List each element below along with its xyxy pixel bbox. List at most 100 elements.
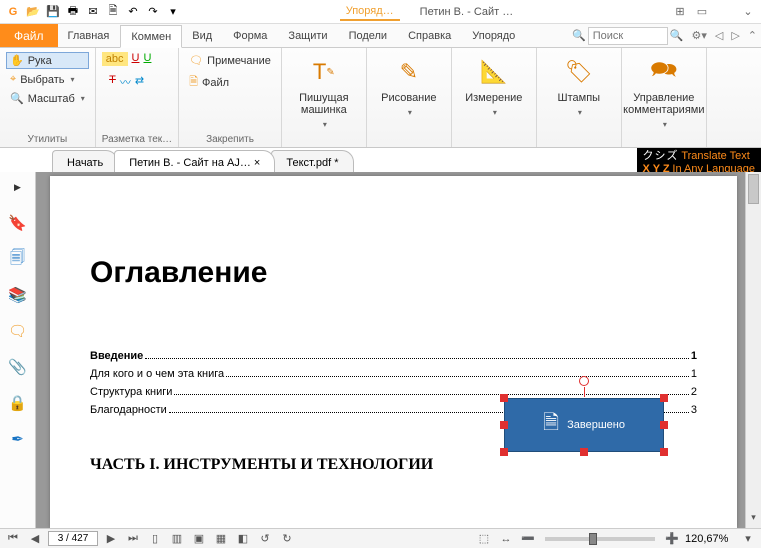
doctab-start[interactable]: Начать (52, 150, 118, 172)
pdf-page: Оглавление Введение1Для кого и о чем эта… (50, 176, 737, 528)
view-facing-icon[interactable]: ▣ (190, 531, 208, 547)
scroll-thumb[interactable] (748, 174, 759, 204)
security-icon[interactable]: 🔒 (7, 392, 29, 414)
sign-icon[interactable]: ✒ (7, 428, 29, 450)
group-markup-label: Разметка тек… (102, 132, 172, 145)
find-icon[interactable]: 🔍 (572, 29, 586, 42)
view-cont-icon[interactable]: ▥ (168, 531, 186, 547)
tab-comment[interactable]: Коммен (120, 25, 182, 48)
tab-protect[interactable]: Защити (278, 24, 338, 47)
view-contfacing-icon[interactable]: ▦ (212, 531, 230, 547)
gear-icon[interactable]: ⚙▾ (687, 29, 710, 42)
open-icon[interactable]: 📂 (24, 3, 42, 21)
select-icon: ⌖ (10, 73, 16, 86)
tab-form[interactable]: Форма (223, 24, 278, 47)
note-button[interactable]: 🗨Примечание (185, 52, 275, 69)
tab-view[interactable]: Вид (182, 24, 223, 47)
color-icon[interactable]: ◧ (234, 531, 252, 547)
doctab-petin[interactable]: Петин В. - Сайт на AJ… × (114, 150, 275, 172)
zoom-tool-button[interactable]: 🔍Масштаб (6, 90, 89, 107)
sidebar: ▶ 🔖 🗐 📚 🗨 📎 🔒 ✒ (0, 172, 36, 528)
drawing-button[interactable]: ✎ Рисование (373, 52, 445, 121)
scroll-down-icon[interactable]: ▾ (746, 512, 761, 528)
rotate-handle[interactable] (579, 376, 589, 386)
email-icon[interactable]: ✉ (84, 3, 102, 21)
resize-handle[interactable] (500, 421, 508, 429)
vertical-scrollbar[interactable]: ▴ ▾ (745, 172, 761, 528)
manage-comments-button[interactable]: 🗪 Управлениекомментариями (628, 52, 700, 133)
print-icon[interactable]: 🖶 (64, 3, 82, 21)
tab-help[interactable]: Справка (398, 24, 462, 47)
prev-page-icon[interactable]: ◀ (26, 531, 44, 547)
page-title: Оглавление (90, 256, 697, 290)
resize-handle[interactable] (660, 394, 668, 402)
stamp-annotation[interactable]: 🗎 Завершено (504, 398, 664, 452)
search-go-icon[interactable]: 🔍 (670, 29, 684, 42)
qat-dropdown-icon[interactable]: ▾ (164, 3, 182, 21)
stamp-icon: 🏷 (563, 56, 595, 88)
layers-icon[interactable]: 📚 (7, 284, 29, 306)
nav-next-icon[interactable]: ▷ (727, 29, 743, 42)
minimize-ribbon-icon[interactable]: ⌄ (739, 3, 757, 21)
doctab-text[interactable]: Текст.pdf * (271, 150, 353, 172)
zoom-slider-handle[interactable] (589, 533, 597, 545)
next-page-icon[interactable]: ▶ (102, 531, 120, 547)
comments-icon: 🗪 (648, 56, 680, 88)
collapse-ribbon-icon[interactable]: ⌃ (744, 29, 761, 42)
stamp-doc-icon: 🗎 (543, 408, 559, 442)
pages-icon[interactable]: 🗐 (7, 248, 29, 270)
save-icon[interactable]: 💾 (44, 3, 62, 21)
zoom-out-icon[interactable]: ➖ (519, 531, 537, 547)
sidebar-expand-icon[interactable]: ▶ (7, 176, 29, 198)
file-menu-button[interactable]: Файл (0, 24, 58, 47)
search-input[interactable] (588, 27, 668, 45)
undo-icon[interactable]: ↶ (124, 3, 142, 21)
hand-tool-button[interactable]: ✋Рука (6, 52, 89, 69)
underline-icon[interactable]: U (132, 52, 140, 66)
tab-share[interactable]: Подели (339, 24, 399, 47)
page-number-input[interactable] (48, 531, 98, 546)
underline2-icon[interactable]: U (143, 52, 151, 66)
resize-handle[interactable] (580, 448, 588, 456)
typewriter-button[interactable]: T✎ Пишущаямашинка (288, 52, 360, 133)
redo-icon[interactable]: ↷ (144, 3, 162, 21)
highlight-icon[interactable]: abc (102, 52, 128, 66)
replace-icon[interactable]: ⇄ (135, 74, 144, 90)
attach-file-button[interactable]: 🗎Файл (185, 71, 275, 94)
spacer (715, 3, 735, 21)
zoom-in-icon[interactable]: ➕ (663, 531, 681, 547)
resize-handle[interactable] (660, 448, 668, 456)
resize-handle[interactable] (500, 448, 508, 456)
first-page-icon[interactable]: ⏮ (4, 531, 22, 547)
rotate-ccw-icon[interactable]: ↺ (256, 531, 274, 547)
nav-prev-icon[interactable]: ◁ (711, 29, 727, 42)
strike-icon[interactable]: T (109, 74, 116, 90)
view-single-icon[interactable]: ▯ (146, 531, 164, 547)
zoom-slider[interactable] (545, 537, 655, 541)
measure-button[interactable]: 📐 Измерение (458, 52, 530, 121)
rotate-cw-icon[interactable]: ↻ (278, 531, 296, 547)
zoom-value[interactable]: 120,67% (685, 533, 735, 545)
tab-organize[interactable]: Упорядо (462, 24, 526, 47)
read-mode-icon[interactable]: ▭ (693, 3, 711, 21)
bookmarks-icon[interactable]: 🔖 (7, 212, 29, 234)
resize-handle[interactable] (500, 394, 508, 402)
doc-icon[interactable]: 🗎 (104, 3, 122, 21)
group-tools-label: Утилиты (6, 132, 89, 145)
comments-panel-icon[interactable]: 🗨 (7, 320, 29, 342)
resize-handle[interactable] (660, 421, 668, 429)
squiggly-icon[interactable]: 〰 (120, 74, 131, 90)
typewriter-icon: T✎ (308, 56, 340, 88)
note-icon: 🗨 (189, 54, 203, 67)
last-page-icon[interactable]: ⏭ (124, 531, 142, 547)
fit-width-icon[interactable]: ↔ (497, 531, 515, 547)
stamps-button[interactable]: 🏷 Штампы (543, 52, 615, 121)
fit-page-icon[interactable]: ⬚ (475, 531, 493, 547)
tab-home[interactable]: Главная (58, 24, 121, 47)
toc-row: Введение1 (90, 350, 697, 362)
zoom-dropdown-icon[interactable]: ▾ (739, 531, 757, 547)
select-tool-button[interactable]: ⌖Выбрать (6, 71, 89, 88)
arrange-windows-icon[interactable]: ⊞ (671, 3, 689, 21)
attachments-icon[interactable]: 📎 (7, 356, 29, 378)
part-header: ЧАСТЬ I. ИНСТРУМЕНТЫ И ТЕХНОЛОГИИ (90, 456, 697, 474)
